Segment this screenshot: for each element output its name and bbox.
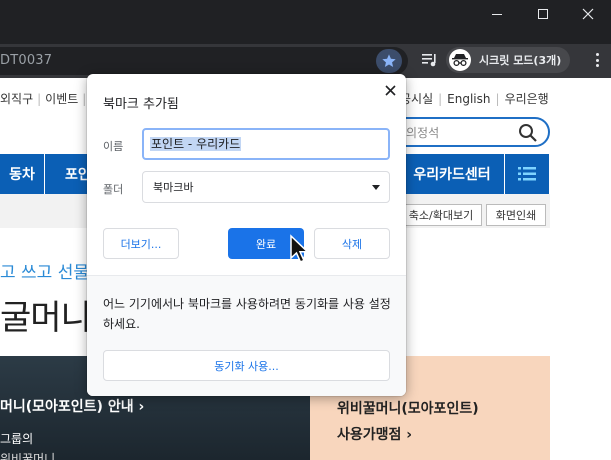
- chevron-down-icon: [372, 185, 380, 190]
- sync-promo: 어느 기기에서나 북마크를 사용하려면 동기화를 사용 설정하세요. 동기화 사…: [87, 275, 406, 396]
- more-button[interactable]: 더보기...: [103, 228, 179, 259]
- sync-message: 어느 기기에서나 북마크를 사용하려면 동기화를 사용 설정하세요.: [103, 297, 391, 331]
- close-icon: [582, 8, 594, 20]
- mouse-cursor-icon: [290, 234, 310, 263]
- title-bar: [0, 0, 611, 44]
- util-link[interactable]: 우리은행: [505, 92, 549, 106]
- menu-dot-icon: [595, 53, 599, 56]
- dialog-close-button[interactable]: [381, 81, 399, 99]
- close-window-button[interactable]: [565, 0, 611, 28]
- utility-links-left: 외직구 | 이벤트 |: [0, 92, 87, 106]
- maximize-icon: [538, 9, 548, 19]
- utility-links-right: 공시실 | English | 우리은행: [400, 92, 549, 106]
- bookmark-name-input[interactable]: 포인트 - 우리카드: [142, 128, 390, 160]
- nav-item-card-center[interactable]: 우리카드센터: [400, 154, 504, 194]
- name-label: 이름: [103, 140, 124, 153]
- bookmark-name-value: 포인트 - 우리카드: [150, 137, 242, 151]
- incognito-icon: [449, 49, 471, 71]
- minimize-button[interactable]: [474, 0, 520, 28]
- enable-sync-button[interactable]: 동기화 사용...: [103, 350, 390, 381]
- menu-dot-icon: [595, 64, 599, 67]
- photo-panel-title: 머니(모아포인트) 안내 ›: [0, 399, 145, 415]
- search-icon[interactable]: [518, 123, 538, 143]
- folder-select[interactable]: 북마크바: [142, 171, 390, 203]
- menu-dot-icon: [595, 58, 599, 62]
- nav-menu-button[interactable]: [505, 154, 549, 194]
- url-text: DT0037: [0, 53, 53, 68]
- browser-menu-button[interactable]: [590, 51, 604, 69]
- util-link[interactable]: English: [447, 92, 490, 106]
- merchant-panel-title: 위비꿀머니(모아포인트): [337, 401, 479, 417]
- merchant-panel-link[interactable]: 사용가맹점 ›: [337, 424, 412, 444]
- zoom-button[interactable]: 축소/확대보기: [400, 204, 482, 226]
- star-icon: [382, 54, 396, 67]
- search-input-text: 의정석: [406, 126, 440, 140]
- incognito-label: 시크릿 모드(3개): [479, 54, 562, 67]
- photo-panel-text: 위비꿀머니: [0, 452, 56, 460]
- close-icon: [384, 84, 396, 96]
- maximize-button[interactable]: [520, 0, 566, 28]
- delete-button[interactable]: 삭제: [314, 228, 390, 259]
- bookmark-star-button[interactable]: [376, 49, 402, 73]
- util-link[interactable]: 이벤트: [45, 92, 78, 106]
- media-playlist-icon[interactable]: [421, 52, 439, 68]
- photo-panel-text: 그룹의: [0, 432, 34, 446]
- list-menu-icon: [518, 167, 536, 181]
- util-link[interactable]: 외직구: [0, 92, 33, 106]
- folder-value: 북마크바: [153, 181, 194, 194]
- print-button[interactable]: 화면인쇄: [486, 204, 546, 226]
- dialog-title: 북마크 추가됨: [103, 97, 179, 112]
- bookmark-added-dialog: 북마크 추가됨 이름 포인트 - 우리카드 폴더 북마크바 더보기... 완료 …: [87, 74, 406, 396]
- address-bar[interactable]: DT0037: [0, 47, 408, 75]
- nav-item[interactable]: 동차: [0, 154, 44, 194]
- incognito-profile-button[interactable]: 시크릿 모드(3개): [446, 47, 570, 73]
- minimize-icon: [492, 13, 502, 15]
- folder-label: 폴더: [103, 183, 124, 196]
